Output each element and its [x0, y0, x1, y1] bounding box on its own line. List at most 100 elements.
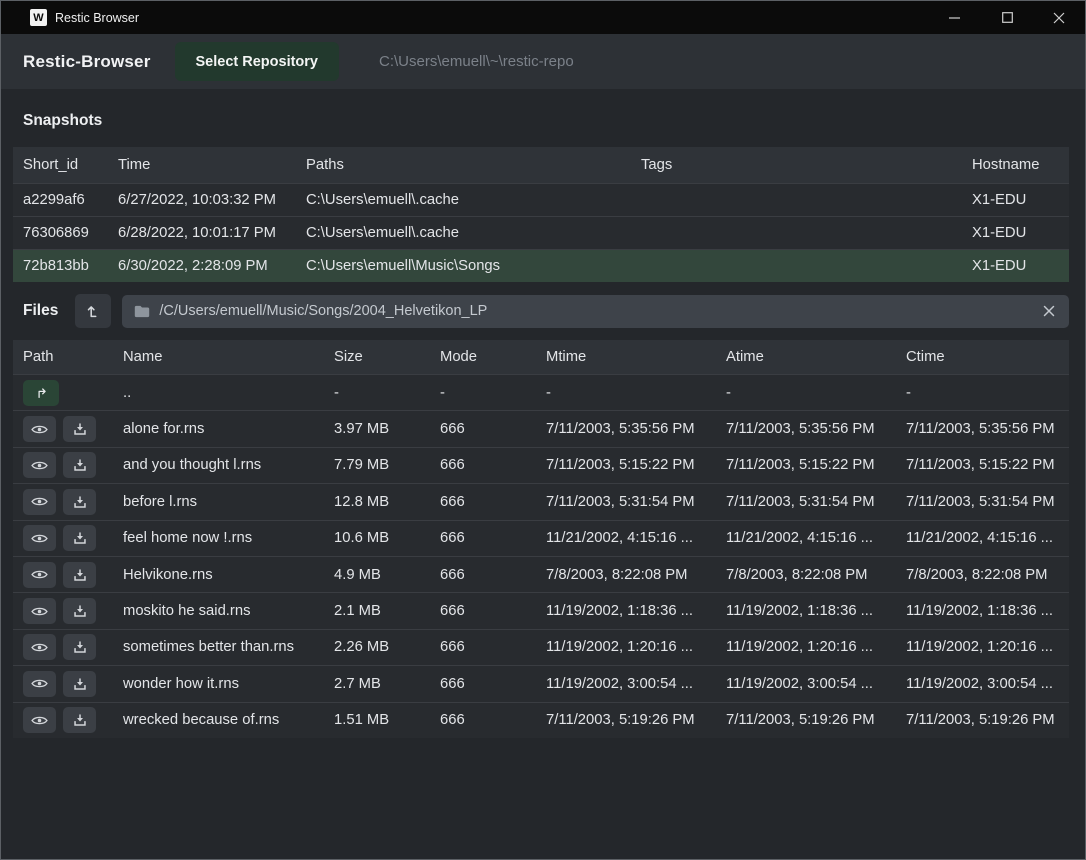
preview-file-button[interactable]	[23, 525, 56, 551]
download-icon	[73, 604, 87, 618]
files-section-title: Files	[23, 302, 58, 320]
preview-file-button[interactable]	[23, 416, 56, 442]
file-ctime-cell: 7/11/2003, 5:35:56 PM	[906, 411, 1069, 446]
close-button[interactable]	[1033, 1, 1085, 34]
snapshot-hostname-cell: X1-EDU	[972, 250, 1069, 282]
window-controls	[929, 1, 1085, 34]
file-row: alone for.rns 3.97 MB 666 7/11/2003, 5:3…	[13, 410, 1069, 446]
download-icon	[73, 713, 87, 727]
file-ctime-cell: 11/21/2002, 4:15:16 ...	[906, 521, 1069, 556]
file-ctime-cell: 11/19/2002, 1:18:36 ...	[906, 593, 1069, 628]
file-ctime-cell: 7/11/2003, 5:31:54 PM	[906, 484, 1069, 519]
files-table: Path Name Size Mode Mtime Atime Ctime ..…	[13, 340, 1069, 738]
files-table-header: Path Name Size Mode Mtime Atime Ctime	[13, 340, 1069, 374]
file-size-cell: 12.8 MB	[334, 484, 440, 519]
download-icon	[73, 422, 87, 436]
preview-file-button[interactable]	[23, 671, 56, 697]
preview-file-button[interactable]	[23, 562, 56, 588]
file-mtime-cell: 7/11/2003, 5:35:56 PM	[546, 411, 726, 446]
file-row: feel home now !.rns 10.6 MB 666 11/21/20…	[13, 520, 1069, 556]
download-icon	[73, 677, 87, 691]
file-size-cell: 10.6 MB	[334, 521, 440, 556]
file-row-actions	[23, 703, 123, 738]
column-header-path: Path	[23, 340, 123, 374]
file-row: wrecked because of.rns 1.51 MB 666 7/11/…	[13, 702, 1069, 738]
download-file-button[interactable]	[63, 416, 96, 442]
snapshot-row[interactable]: 72b813bb 6/30/2022, 2:28:09 PM C:\Users\…	[13, 249, 1069, 282]
download-file-button[interactable]	[63, 671, 96, 697]
file-size-cell: 2.26 MB	[334, 630, 440, 665]
file-mode-cell: 666	[440, 593, 546, 628]
file-row-actions	[23, 484, 123, 519]
snapshots-table: Short_id Time Paths Tags Hostname a2299a…	[13, 147, 1069, 282]
snapshots-table-header: Short_id Time Paths Tags Hostname	[13, 147, 1069, 183]
file-row: and you thought l.rns 7.79 MB 666 7/11/2…	[13, 447, 1069, 483]
preview-file-button[interactable]	[23, 634, 56, 660]
maximize-button[interactable]	[981, 1, 1033, 34]
download-icon	[73, 531, 87, 545]
column-header-time: Time	[118, 147, 306, 183]
file-size-cell: 2.7 MB	[334, 666, 440, 701]
download-file-button[interactable]	[63, 562, 96, 588]
eye-icon	[31, 605, 48, 618]
snapshots-section-title: Snapshots	[1, 89, 1085, 147]
titlebar-drag-region[interactable]: W Restic Browser	[1, 1, 1085, 34]
column-header-mode: Mode	[440, 340, 546, 374]
app-window: W Restic Browser Restic-Browser Select R…	[0, 0, 1086, 860]
select-repository-button[interactable]: Select Repository	[175, 42, 340, 81]
arrow-up-from-base-icon	[84, 302, 102, 320]
file-row-actions	[23, 521, 123, 556]
path-input[interactable]: /C/Users/emuell/Music/Songs/2004_Helveti…	[122, 295, 1069, 328]
eye-icon	[31, 495, 48, 508]
minimize-button[interactable]	[929, 1, 981, 34]
minimize-icon	[949, 12, 961, 24]
download-file-button[interactable]	[63, 525, 96, 551]
file-row-actions	[23, 630, 123, 665]
download-file-button[interactable]	[63, 634, 96, 660]
window-title: Restic Browser	[55, 11, 139, 25]
path-input-value: /C/Users/emuell/Music/Songs/2004_Helveti…	[159, 303, 1032, 319]
file-mtime-cell: 7/11/2003, 5:15:22 PM	[546, 448, 726, 483]
file-row: Helvikone.rns 4.9 MB 666 7/8/2003, 8:22:…	[13, 556, 1069, 592]
file-row: sometimes better than.rns 2.26 MB 666 11…	[13, 629, 1069, 665]
clear-path-button[interactable]	[1041, 305, 1057, 317]
snapshot-time-cell: 6/27/2022, 10:03:32 PM	[118, 184, 306, 216]
set-root-path-button[interactable]	[75, 294, 111, 328]
file-ctime-cell: 11/19/2002, 3:00:54 ...	[906, 666, 1069, 701]
snapshot-time-cell: 6/30/2022, 2:28:09 PM	[118, 250, 306, 282]
parent-row-mode: -	[440, 375, 546, 410]
file-mode-cell: 666	[440, 521, 546, 556]
file-mode-cell: 666	[440, 703, 546, 738]
download-icon	[73, 495, 87, 509]
download-file-button[interactable]	[63, 707, 96, 733]
file-mtime-cell: 11/21/2002, 4:15:16 ...	[546, 521, 726, 556]
preview-file-button[interactable]	[23, 598, 56, 624]
download-file-button[interactable]	[63, 489, 96, 515]
file-atime-cell: 7/8/2003, 8:22:08 PM	[726, 557, 906, 592]
eye-icon	[31, 532, 48, 545]
file-name-cell: moskito he said.rns	[123, 593, 334, 628]
column-header-short-id: Short_id	[23, 147, 118, 183]
eye-icon	[31, 677, 48, 690]
snapshot-paths-cell: C:\Users\emuell\.cache	[306, 184, 641, 216]
snapshot-short-id-cell: 76306869	[23, 217, 118, 249]
download-file-button[interactable]	[63, 598, 96, 624]
app-header: Restic-Browser Select Repository C:\User…	[1, 34, 1085, 89]
eye-icon	[31, 641, 48, 654]
snapshot-time-cell: 6/28/2022, 10:01:17 PM	[118, 217, 306, 249]
file-row-actions	[23, 666, 123, 701]
snapshot-row[interactable]: a2299af6 6/27/2022, 10:03:32 PM C:\Users…	[13, 183, 1069, 216]
go-to-parent-button[interactable]	[23, 380, 59, 406]
eye-icon	[31, 459, 48, 472]
download-file-button[interactable]	[63, 452, 96, 478]
app-title: Restic-Browser	[23, 52, 151, 72]
file-row: wonder how it.rns 2.7 MB 666 11/19/2002,…	[13, 665, 1069, 701]
eye-icon	[31, 568, 48, 581]
snapshot-hostname-cell: X1-EDU	[972, 217, 1069, 249]
preview-file-button[interactable]	[23, 489, 56, 515]
preview-file-button[interactable]	[23, 707, 56, 733]
snapshot-row[interactable]: 76306869 6/28/2022, 10:01:17 PM C:\Users…	[13, 216, 1069, 249]
preview-file-button[interactable]	[23, 452, 56, 478]
file-ctime-cell: 11/19/2002, 1:20:16 ...	[906, 630, 1069, 665]
file-ctime-cell: 7/11/2003, 5:19:26 PM	[906, 703, 1069, 738]
